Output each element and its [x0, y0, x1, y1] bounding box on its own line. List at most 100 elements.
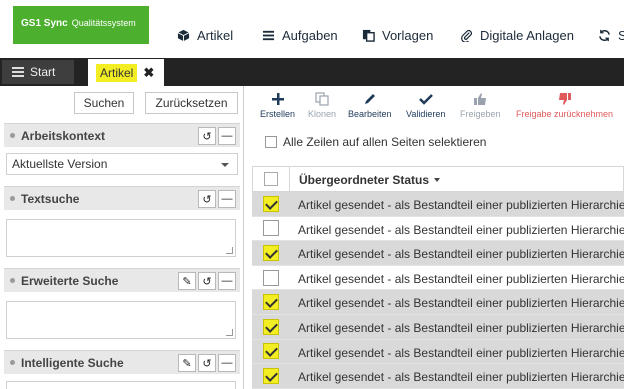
row-checkbox[interactable]	[262, 220, 279, 237]
revoke-release-label: Freigabe zurücknehmen	[516, 109, 614, 119]
collapse-section-button[interactable]: —	[218, 127, 236, 145]
select-all-row[interactable]: Alle Zeilen auf allen Seiten selektieren	[265, 135, 486, 149]
copy-icon	[362, 29, 375, 42]
table-header: Übergeordneter Status	[252, 166, 624, 192]
create-button[interactable]: Erstellen	[260, 92, 295, 119]
edit-section-button[interactable]: ✎	[178, 272, 196, 290]
row-checkbox[interactable]	[262, 294, 279, 311]
row-checkbox-cell	[252, 217, 289, 241]
row-status-text: Artikel gesendet - als Bestandteil einer…	[298, 320, 624, 335]
row-checkbox-cell	[252, 192, 289, 216]
advanced-search-input[interactable]	[6, 301, 236, 339]
bullet-icon	[10, 196, 15, 201]
table-body: Artikel gesendet - als Bestandteil einer…	[252, 192, 624, 389]
header-checkbox[interactable]	[264, 172, 278, 186]
tab-artikel[interactable]: Artikel ✖	[88, 59, 164, 86]
thumbs-up-icon	[474, 93, 487, 105]
table-row[interactable]: Artikel gesendet - als Bestandteil einer…	[252, 290, 624, 315]
sort-caret-icon	[434, 178, 441, 182]
edit-section-button[interactable]: ✎	[178, 354, 196, 372]
row-checkbox-cell	[252, 315, 289, 339]
row-status-text: Artikel gesendet - als Bestandteil einer…	[298, 198, 624, 212]
row-status-text: Artikel gesendet - als Bestandteil einer…	[298, 222, 624, 237]
search-button[interactable]: Suchen	[74, 92, 134, 114]
reset-button[interactable]: Zurücksetzen	[145, 92, 238, 114]
nav-item-vorlagen[interactable]: Vorlagen	[362, 28, 433, 43]
nav-item-sync[interactable]: S	[598, 28, 624, 43]
nav-label-vorlagen: Vorlagen	[382, 28, 434, 43]
version-select[interactable]: Aktuellste Version	[6, 153, 238, 175]
close-icon[interactable]: ✖	[143, 65, 154, 81]
row-checkbox-cell	[252, 290, 289, 314]
table-row[interactable]: Artikel gesendet - als Bestandteil einer…	[252, 364, 624, 389]
collapse-section-button[interactable]: —	[218, 190, 236, 208]
row-checkbox[interactable]	[262, 318, 279, 335]
collapse-section-button[interactable]: —	[218, 272, 236, 290]
create-label: Erstellen	[260, 109, 296, 119]
thumbs-down-icon	[558, 93, 571, 105]
reset-section-button[interactable]: ↺	[198, 127, 216, 145]
resize-grip-icon[interactable]	[226, 329, 233, 336]
release-button[interactable]: Freigeben	[460, 92, 501, 119]
search-panel: Suchen Zurücksetzen Arbeitskontext ↺ — A…	[0, 86, 244, 389]
paperclip-icon	[461, 29, 473, 42]
revoke-release-button[interactable]: Freigabe zurücknehmen	[516, 92, 613, 119]
reset-section-button[interactable]: ↺	[198, 272, 216, 290]
section-title: Intelligente Suche	[21, 355, 124, 370]
status-column-header[interactable]: Übergeordneter Status	[299, 173, 441, 187]
results-table: Übergeordneter Status Artikel gesendet -…	[252, 166, 624, 389]
pencil-icon	[364, 94, 375, 104]
list-icon	[262, 30, 275, 41]
edit-button[interactable]: Bearbeiten	[348, 92, 392, 119]
logo-brand: GS1 Sync	[21, 18, 68, 29]
table-row[interactable]: Artikel gesendet - als Bestandteil einer…	[252, 241, 624, 266]
table-row[interactable]: Artikel gesendet - als Bestandteil einer…	[252, 266, 624, 291]
table-row[interactable]: Artikel gesendet - als Bestandteil einer…	[252, 314, 624, 340]
row-checkbox[interactable]	[262, 195, 279, 212]
smart-search-input[interactable]	[6, 381, 236, 389]
nav-item-digitale-anlagen[interactable]: Digitale Anlagen	[460, 28, 574, 43]
tab-start[interactable]: Start	[2, 60, 74, 84]
table-row[interactable]: Artikel gesendet - als Bestandteil einer…	[252, 192, 624, 217]
action-toolbar: Erstellen Klonen Bearbeiten Validieren F…	[252, 86, 624, 126]
clone-label: Klonen	[308, 109, 337, 119]
plus-icon	[271, 93, 284, 105]
row-checkbox-cell	[252, 266, 289, 290]
row-status-text: Artikel gesendet - als Bestandteil einer…	[298, 370, 624, 385]
version-select-value: Aktuellste Version	[12, 157, 108, 171]
select-all-checkbox[interactable]	[265, 136, 277, 148]
reset-section-button[interactable]: ↺	[198, 190, 216, 208]
nav-item-aufgaben[interactable]: Aufgaben	[262, 28, 338, 43]
clone-button[interactable]: Klonen	[308, 92, 336, 119]
tab-start-label: Start	[30, 65, 56, 79]
gs1-sync-logo[interactable]: GS1 Sync Qualitätssystem	[13, 6, 149, 44]
chevron-down-icon	[221, 163, 229, 167]
nav-item-artikel[interactable]: Artikel	[177, 28, 233, 43]
section-intelligente-suche[interactable]: Intelligente Suche ✎ ↺ —	[4, 350, 240, 374]
nav-label-digitale-anlagen: Digitale Anlagen	[480, 28, 574, 43]
collapse-section-button[interactable]: —	[218, 354, 236, 372]
bullet-icon	[10, 360, 15, 365]
validate-label: Validieren	[406, 109, 446, 119]
table-row[interactable]: Artikel gesendet - als Bestandteil einer…	[252, 339, 624, 365]
clone-icon	[315, 92, 329, 106]
app-header: GS1 Sync Qualitätssystem Artikel Aufgaben…	[0, 0, 624, 58]
text-search-input[interactable]	[6, 219, 236, 257]
row-checkbox[interactable]	[262, 244, 279, 261]
menu-icon	[12, 67, 24, 77]
release-label: Freigeben	[460, 109, 501, 119]
section-arbeitskontext[interactable]: Arbeitskontext ↺ —	[4, 123, 240, 147]
section-textsuche[interactable]: Textsuche ↺ —	[4, 186, 240, 210]
checkmark-icon	[418, 94, 433, 105]
table-row[interactable]: Artikel gesendet - als Bestandteil einer…	[252, 217, 624, 242]
resize-grip-icon[interactable]	[226, 247, 233, 254]
validate-button[interactable]: Validieren	[406, 92, 445, 119]
row-checkbox[interactable]	[262, 269, 279, 286]
row-status-text: Artikel gesendet - als Bestandteil einer…	[298, 345, 624, 360]
row-checkbox[interactable]	[262, 367, 279, 384]
bullet-icon	[10, 278, 15, 283]
reset-section-button[interactable]: ↺	[198, 354, 216, 372]
row-checkbox[interactable]	[262, 343, 279, 360]
section-erweiterte-suche[interactable]: Erweiterte Suche ✎ ↺ —	[4, 268, 240, 292]
header-checkbox-cell	[253, 167, 290, 191]
